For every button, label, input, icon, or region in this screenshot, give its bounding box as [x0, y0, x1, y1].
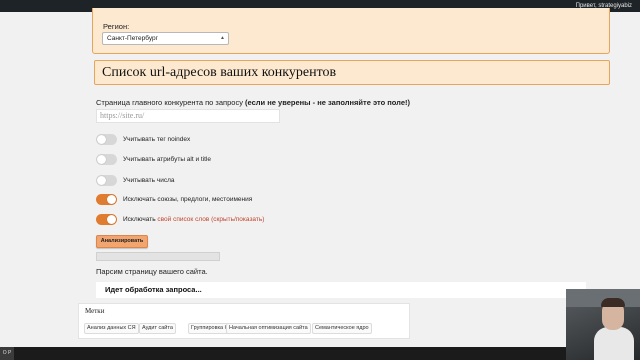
toggle-knob: [97, 135, 106, 144]
chevron-down-icon: ▲: [220, 35, 225, 41]
competitor-url-label: Страница главного конкурента по запросу …: [96, 98, 410, 107]
request-status: Идет обработка запроса...: [105, 285, 202, 294]
toggle-knob: [97, 176, 106, 185]
bottom-bar-corner: O P: [0, 347, 14, 360]
toggle-knob: [107, 195, 116, 204]
competitor-label-text: Страница главного конкурента по запросу: [96, 98, 243, 107]
webcam-person-body: [594, 327, 634, 360]
competitor-url-input[interactable]: https://site.ru/: [96, 109, 280, 123]
parse-status: Парсим страницу вашего сайта.: [96, 267, 208, 276]
tags-panel: Метки Анализ данных СЯ Аудит сайта Групп…: [78, 303, 410, 339]
progress-bar: [96, 252, 220, 261]
option-label: Учитывать атрибуты alt и title: [123, 156, 212, 163]
competitor-url-placeholder: https://site.ru/: [100, 111, 145, 120]
toggle-knob: [107, 215, 116, 224]
toggle-switch[interactable]: [96, 194, 117, 205]
competitor-label-warning: (если не уверены - не заполняйте это пол…: [245, 98, 410, 107]
option-label: Учитывать числа: [123, 177, 175, 184]
toggle-switch[interactable]: [96, 175, 117, 186]
region-selected-value: Санкт-Петербург: [107, 35, 158, 42]
webcam-person-hair: [601, 298, 625, 307]
region-panel: Регион: Санкт-Петербург ▲: [92, 8, 610, 54]
custom-words-link[interactable]: свой список слов (скрыть/показать): [157, 216, 264, 223]
tag-link[interactable]: Начальная оптимизация сайта: [226, 323, 311, 334]
region-label: Регион:: [103, 22, 130, 31]
toggle-knob: [97, 155, 106, 164]
option-label: Учитывать тег noindex: [123, 136, 191, 143]
option-label-text: Исключать: [123, 216, 156, 223]
tag-link[interactable]: Анализ данных СЯ: [84, 323, 139, 334]
option-label: Исключать союзы, предлоги, местоимения: [123, 196, 253, 203]
analyze-button[interactable]: Анализировать: [96, 235, 148, 248]
webcam-overlay: [566, 289, 640, 360]
toggle-switch[interactable]: [96, 154, 117, 165]
bottom-bar: O P: [0, 347, 640, 360]
section-header: Список url-адресов ваших конкурентов: [94, 60, 610, 85]
toggle-switch[interactable]: [96, 214, 117, 225]
tags-title: Метки: [85, 307, 105, 315]
option-label: Исключать свой список слов (скрыть/показ…: [123, 215, 264, 224]
section-title: Список url-адресов ваших конкурентов: [102, 65, 337, 80]
request-status-box: Идет обработка запроса...: [96, 282, 586, 298]
tag-link[interactable]: Аудит сайта: [139, 323, 176, 334]
region-select[interactable]: Санкт-Петербург ▲: [102, 32, 229, 45]
tag-link[interactable]: Семантическое ядро: [312, 323, 372, 334]
toggle-switch[interactable]: [96, 134, 117, 145]
